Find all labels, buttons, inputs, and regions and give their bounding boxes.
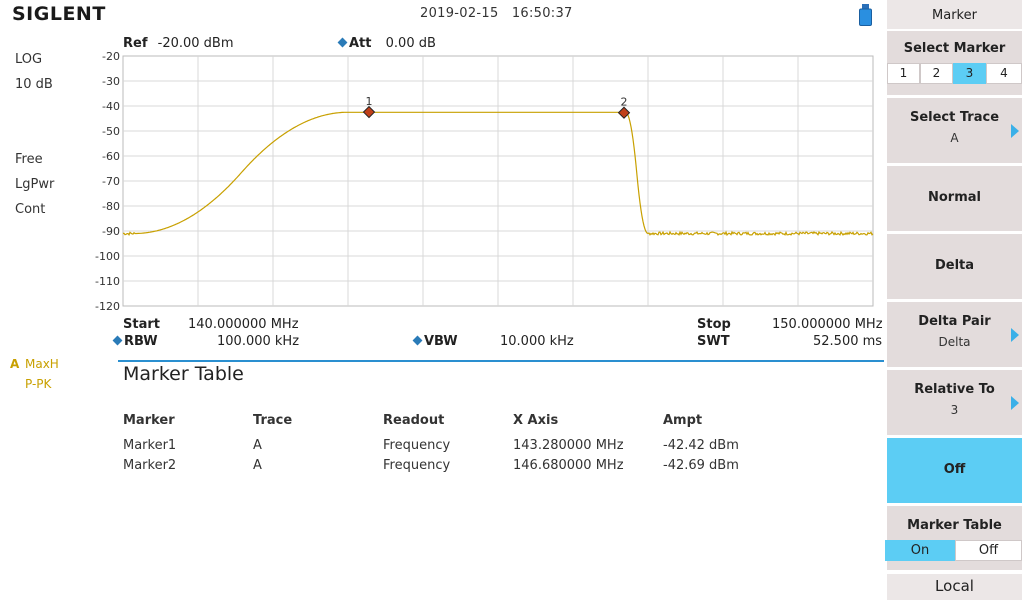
delta-label: Delta	[934, 258, 975, 273]
vbw[interactable]: VBW	[412, 334, 458, 349]
y-tick-label: -60	[102, 150, 120, 163]
trace-detector: P-PK	[25, 377, 52, 391]
y-tick-label: -50	[102, 125, 120, 138]
diamond-icon	[112, 335, 123, 346]
y-axis-ticks: -20 -30 -40 -50 -60 -70 -80 -90 -100 -110 -120	[95, 50, 120, 313]
normal-button[interactable]: Normal	[887, 166, 1022, 231]
select-trace-label: Select Trace	[909, 110, 1000, 125]
table-cell: A	[253, 438, 262, 453]
table-cell: 143.280000 MHz	[513, 438, 624, 453]
trace-mode: MaxH	[25, 357, 59, 371]
local-button[interactable]: Local	[887, 574, 1022, 600]
column-header: Trace	[253, 413, 293, 428]
y-tick-label: -120	[95, 300, 120, 313]
table-cell: -42.42 dBm	[663, 438, 739, 453]
relative-to-value: 3	[950, 403, 959, 417]
table-cell: Marker2	[123, 458, 177, 473]
table-cell: Frequency	[383, 438, 451, 453]
y-tick-label: -100	[95, 250, 120, 263]
vbw-label: VBW	[424, 334, 458, 349]
column-header: Ampt	[663, 413, 703, 428]
plot-grid	[122, 55, 874, 307]
trace-label: A	[10, 357, 20, 371]
delta-pair-button[interactable]: Delta Pair Delta	[887, 302, 1022, 367]
column-header: Marker	[123, 413, 175, 428]
rbw-label: RBW	[124, 334, 158, 349]
marker-table-divider	[118, 360, 884, 362]
start-label: Start	[123, 317, 160, 332]
table-cell: A	[253, 458, 262, 473]
relative-to-button[interactable]: Relative To 3	[887, 370, 1022, 435]
local-label: Local	[935, 577, 974, 595]
y-tick-label: -70	[102, 175, 120, 188]
swt-value[interactable]: 52.500 ms	[813, 334, 882, 349]
y-tick-label: -90	[102, 225, 120, 238]
vbw-value: 10.000 kHz	[500, 334, 574, 349]
y-tick-label: -20	[102, 50, 120, 63]
rbw-value: 100.000 kHz	[217, 334, 300, 349]
arrow-right-icon	[1011, 328, 1019, 342]
off-label: Off	[943, 462, 966, 477]
marker-label: 2	[621, 96, 628, 109]
marker-table-on[interactable]: On	[885, 540, 955, 561]
stop-value[interactable]: 150.000000 MHz	[772, 317, 883, 332]
arrow-right-icon	[1011, 396, 1019, 410]
y-tick-label: -40	[102, 100, 120, 113]
marker-table-off[interactable]: Off	[955, 540, 1022, 561]
table-cell: Marker1	[123, 438, 177, 453]
normal-label: Normal	[928, 190, 981, 205]
select-trace-button[interactable]: Select Trace A	[887, 98, 1022, 163]
stop-label: Stop	[697, 317, 731, 332]
table-cell: -42.69 dBm	[663, 458, 739, 473]
select-trace-value: A	[950, 131, 959, 145]
start-value[interactable]: 140.000000 MHz	[188, 317, 299, 332]
swt-label: SWT	[697, 334, 730, 349]
y-tick-label: -110	[95, 275, 120, 288]
menu-title: Marker	[887, 0, 1022, 29]
select-marker-label: Select Marker	[903, 41, 1006, 56]
table-cell: Frequency	[383, 458, 451, 473]
spectrum-plot[interactable]: -20 -30 -40 -50 -60 -70 -80 -90 -100 -110 -120 1 2	[0, 0, 884, 320]
delta-pair-value: Delta	[938, 335, 971, 349]
y-tick-label: -30	[102, 75, 120, 88]
rbw[interactable]: RBW	[112, 334, 158, 349]
column-header: Readout	[383, 413, 445, 428]
arrow-right-icon	[1011, 124, 1019, 138]
off-button[interactable]: Off	[887, 438, 1022, 503]
marker-option-1[interactable]: 1	[887, 63, 920, 84]
marker-table-title: Marker Table	[123, 363, 244, 385]
marker-table-label: Marker Table	[907, 518, 1002, 533]
relative-to-label: Relative To	[914, 382, 995, 397]
marker-option-3[interactable]: 3	[953, 63, 986, 84]
delta-button[interactable]: Delta	[887, 234, 1022, 299]
diamond-icon	[412, 335, 423, 346]
marker-label: 1	[366, 95, 373, 108]
menu-title-label: Marker	[932, 8, 977, 23]
table-cell: 146.680000 MHz	[513, 458, 624, 473]
y-tick-label: -80	[102, 200, 120, 213]
delta-pair-label: Delta Pair	[918, 314, 991, 329]
column-header: X Axis	[513, 413, 559, 428]
marker-option-4[interactable]: 4	[986, 63, 1022, 84]
marker-option-2[interactable]: 2	[920, 63, 953, 84]
